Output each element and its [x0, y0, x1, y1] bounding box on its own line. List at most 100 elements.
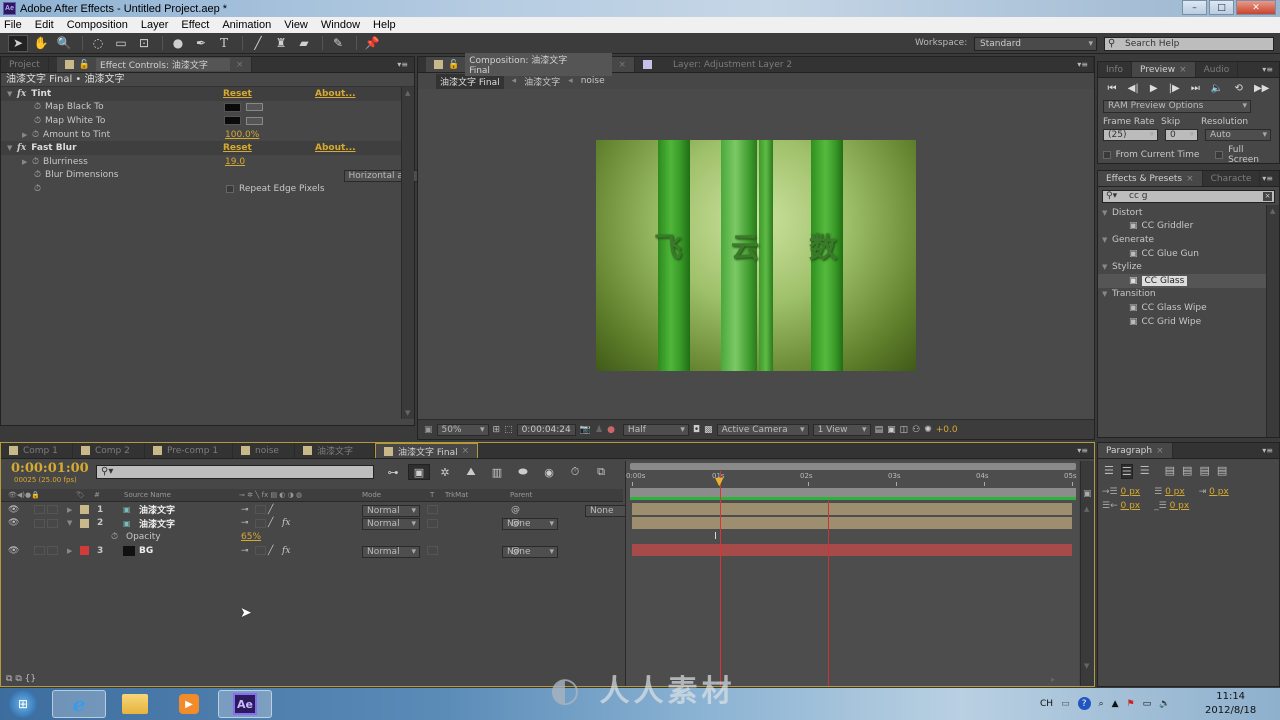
skip-select[interactable]: 0 [1165, 129, 1198, 141]
stopwatch-icon[interactable]: ⏱ [34, 170, 41, 180]
mute-audio-icon[interactable]: 🔈 [1211, 83, 1223, 94]
first-frame-icon[interactable]: ⏮ [1108, 83, 1117, 94]
about-link[interactable]: About... [315, 89, 356, 99]
panel-menu-icon[interactable]: ▾≡ [1262, 174, 1273, 183]
expand-triangle-icon[interactable]: ▶ [22, 131, 32, 139]
effect-category[interactable]: ▼ Stylize [1098, 260, 1279, 274]
tab-comp-1[interactable]: Comp 1 [1, 443, 73, 458]
menu-help[interactable]: Help [373, 19, 396, 31]
view-layout-select[interactable]: 1 View [812, 423, 871, 436]
language-indicator[interactable]: CH [1040, 699, 1053, 709]
blurriness-value[interactable]: 19.0 [225, 157, 245, 167]
tab-info[interactable]: Info [1098, 62, 1133, 77]
collapse-triangle-icon[interactable]: ▼ [1102, 236, 1112, 244]
layer-row[interactable]: 👁 ▶ 3 BG ⊸ ╱ fx Normal None @ None [1, 544, 718, 558]
composition-viewer[interactable]: 飞 云 数 [596, 140, 916, 371]
pan-behind-tool-icon[interactable]: ⊡ [134, 35, 154, 52]
scrollbar[interactable]: ▲ ▼ [401, 87, 414, 419]
ime-icon[interactable]: ⌕ [1099, 699, 1104, 709]
toggle-switches-icon[interactable]: ⧉ [6, 674, 12, 684]
type-tool-icon[interactable]: T [214, 35, 234, 52]
brainstorm-icon[interactable]: ◉ [538, 464, 560, 480]
comp-button-icon[interactable]: ▣ [1083, 489, 1092, 499]
label-color[interactable] [80, 546, 89, 556]
stopwatch-icon[interactable]: ⏱ [32, 157, 39, 167]
collapse-switch[interactable] [255, 518, 266, 528]
panel-menu-icon[interactable]: ▾≡ [1077, 446, 1088, 455]
loop-icon[interactable]: ⟲ [1234, 83, 1242, 94]
quality-switch-icon[interactable]: ╱ [268, 546, 273, 556]
preserve-transparency-switch[interactable] [427, 505, 438, 515]
graph-editor-icon[interactable]: ⧉ [590, 464, 612, 480]
toggle-transfer-icon[interactable]: ⧉ [15, 674, 21, 684]
current-time-display[interactable]: 0:00:04:24 [516, 423, 576, 436]
stopwatch-icon[interactable]: ⏱ [34, 102, 41, 112]
menu-edit[interactable]: Edit [35, 19, 54, 31]
snapshot-icon[interactable]: 📷 [580, 425, 591, 435]
fx-switch-icon[interactable]: fx [282, 518, 290, 528]
shy-switch-icon[interactable]: ⊸ [241, 505, 249, 515]
menu-composition[interactable]: Composition [67, 19, 128, 31]
checkbox[interactable] [226, 184, 234, 193]
solo-switch[interactable] [34, 505, 45, 515]
tab-noise[interactable]: noise [233, 443, 295, 458]
shy-switch-icon[interactable]: ⊸ [241, 546, 249, 556]
camera-tool-icon[interactable]: ▭ [111, 35, 131, 52]
tab-layer[interactable]: Layer: Adjustment Layer 2 [635, 57, 1094, 72]
align-right-icon[interactable]: ☰ [1140, 464, 1150, 479]
layer-duration-bar[interactable] [632, 516, 1072, 529]
work-area-bar[interactable] [630, 488, 1076, 500]
last-frame-icon[interactable]: ⏭ [1191, 83, 1200, 94]
tab-effect-controls[interactable]: 🔓 Effect Controls: 油漆文字 × [56, 57, 253, 72]
color-swatch[interactable] [224, 116, 241, 126]
panel-menu-icon[interactable]: ▾≡ [1262, 65, 1273, 74]
effect-row-fast-blur[interactable]: ▼ fx Fast Blur Reset About... [1, 141, 414, 155]
menu-layer[interactable]: Layer [141, 19, 169, 31]
quality-switch-icon[interactable]: ╱ [268, 505, 273, 515]
indent-left-value[interactable]: 0 px [1120, 487, 1140, 497]
justify-last-left-icon[interactable]: ▤ [1165, 464, 1175, 479]
tab-character[interactable]: Characte [1203, 171, 1261, 186]
color-swatch[interactable] [224, 102, 241, 112]
layer-name[interactable]: BG [139, 546, 153, 556]
repeat-edge-pixels-checkbox[interactable]: Repeat Edge Pixels [226, 184, 325, 194]
next-frame-icon[interactable]: |▶ [1169, 83, 1180, 94]
menu-view[interactable]: View [284, 19, 308, 31]
flowchart-icon[interactable]: ⚇ [912, 425, 920, 435]
eyedropper-icon[interactable] [246, 116, 263, 125]
expand-triangle-icon[interactable]: ▶ [67, 506, 77, 514]
channel-icon[interactable]: ● [607, 425, 615, 435]
lock-switch[interactable] [47, 546, 58, 556]
transparency-grid-icon[interactable]: ▩ [704, 425, 713, 435]
selection-tool-icon[interactable]: ➤ [8, 34, 28, 52]
ram-preview-icon[interactable]: ▶▶ [1254, 83, 1269, 94]
blend-mode-select[interactable]: Normal [362, 545, 420, 558]
effect-row-tint[interactable]: ▼ fx Tint Reset About... [1, 87, 414, 101]
blend-mode-select[interactable]: Normal [362, 504, 420, 517]
stopwatch-icon[interactable]: ⏱ [34, 184, 41, 194]
comp-mini-flowchart-icon[interactable]: ⊶ [382, 464, 404, 480]
frame-blending-icon[interactable]: ▥ [486, 464, 508, 480]
volume-icon[interactable]: 🔈 [1159, 699, 1170, 709]
amount-to-tint-value[interactable]: 100.0% [225, 130, 259, 140]
time-graph[interactable]: 0:00s 01s 02s 03s 04s 05s ▼ I [625, 461, 1079, 686]
reset-link[interactable]: Reset [223, 89, 252, 99]
tab-effects-presets[interactable]: Effects & Presets × [1098, 171, 1203, 186]
effect-item[interactable]: ▣ CC Glass Wipe [1098, 301, 1279, 315]
from-current-time-checkbox[interactable] [1103, 151, 1111, 159]
lock-switch[interactable] [47, 505, 58, 515]
safe-zones-icon[interactable]: ⊞ [493, 425, 501, 435]
resolution-select[interactable]: Auto [1205, 129, 1271, 141]
playhead-handle-icon[interactable]: ▼ [715, 475, 723, 488]
align-left-icon[interactable]: ☰ [1104, 464, 1114, 479]
tab-close-icon[interactable]: × [462, 446, 470, 456]
effect-item[interactable]: ▣ CC Glue Gun [1098, 247, 1279, 261]
timeline-scrollbar[interactable]: ▣ ▲ ▼ [1080, 461, 1094, 686]
action-center-icon[interactable]: ⚑ [1127, 699, 1135, 709]
fx-icon[interactable]: fx [17, 143, 26, 153]
auto-keyframe-icon[interactable]: ⏱ [564, 464, 586, 480]
align-center-icon[interactable]: ☰ [1120, 464, 1133, 479]
collapse-triangle-icon[interactable]: ▼ [7, 144, 17, 152]
taskbar-file-explorer[interactable] [108, 690, 162, 718]
stopwatch-icon[interactable]: ⏱ [34, 116, 41, 126]
